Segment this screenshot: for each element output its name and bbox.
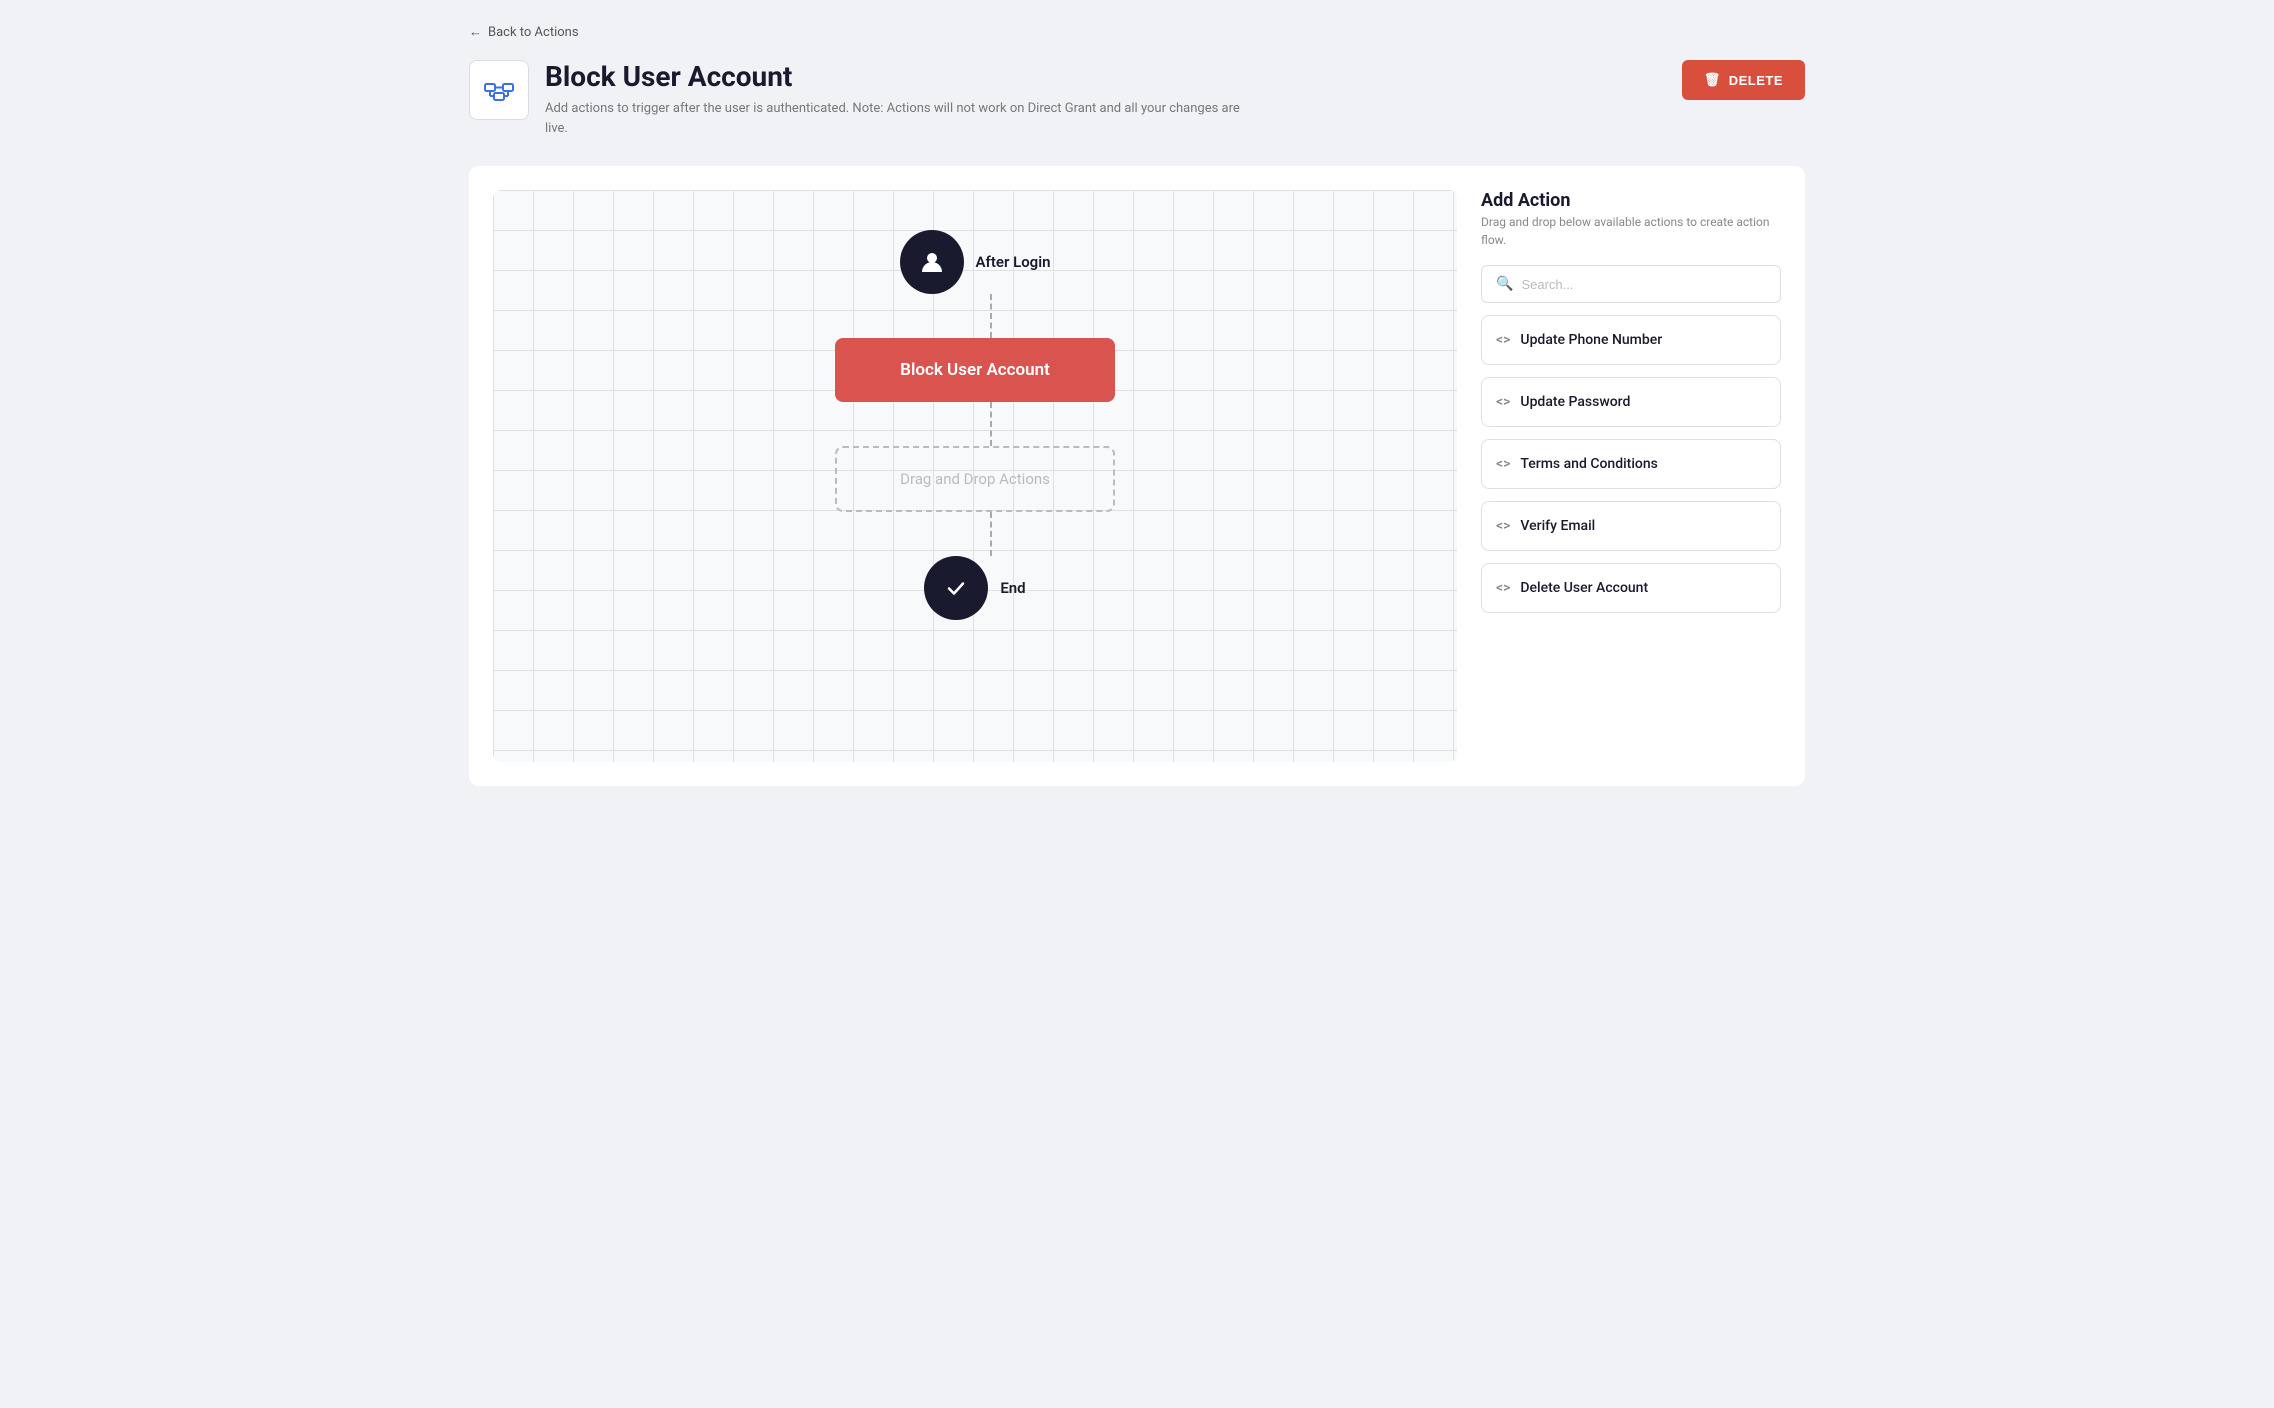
header-left: Block User Account Add actions to trigge… (469, 60, 1245, 138)
action-item-terms[interactable]: <> Terms and Conditions (1481, 439, 1781, 489)
code-icon-terms: <> (1496, 456, 1510, 472)
end-node: End (924, 556, 1025, 620)
code-icon-update-phone: <> (1496, 332, 1510, 348)
search-input[interactable] (1521, 277, 1766, 292)
connector-3 (990, 512, 992, 556)
action-label-update-phone: Update Phone Number (1520, 332, 1662, 348)
arrow-left-icon: ← (469, 24, 482, 40)
search-icon: 🔍 (1496, 276, 1513, 292)
page-description: Add actions to trigger after the user is… (545, 99, 1245, 138)
action-item-update-password[interactable]: <> Update Password (1481, 377, 1781, 427)
after-login-circle (900, 230, 964, 294)
main-canvas: After Login Block User Account Drag and … (469, 166, 1805, 786)
sidebar-subtitle: Drag and drop below available actions to… (1481, 213, 1781, 249)
action-label-delete-user: Delete User Account (1520, 580, 1648, 596)
page-title: Block User Account (545, 60, 1245, 93)
flow-canvas: After Login Block User Account Drag and … (493, 190, 1457, 762)
after-login-label: After Login (976, 253, 1051, 271)
search-box[interactable]: 🔍 (1481, 265, 1781, 303)
block-user-action-label: Block User Account (900, 360, 1050, 380)
connector-2 (990, 402, 992, 446)
header-text: Block User Account Add actions to trigge… (545, 60, 1245, 138)
action-item-delete-user[interactable]: <> Delete User Account (1481, 563, 1781, 613)
action-label-terms: Terms and Conditions (1520, 456, 1657, 472)
action-item-verify-email[interactable]: <> Verify Email (1481, 501, 1781, 551)
code-icon-update-password: <> (1496, 394, 1510, 410)
action-label-verify-email: Verify Email (1520, 518, 1595, 534)
connector-1 (990, 294, 992, 338)
action-label-update-password: Update Password (1520, 394, 1630, 410)
trash-icon: 🗑 (1704, 72, 1721, 88)
drop-zone[interactable]: Drag and Drop Actions (835, 446, 1115, 512)
code-icon-verify-email: <> (1496, 518, 1510, 534)
end-label: End (1000, 579, 1025, 597)
delete-button[interactable]: 🗑 DELETE (1682, 60, 1805, 100)
sidebar-header: Add Action Drag and drop below available… (1481, 190, 1781, 253)
end-circle (924, 556, 988, 620)
sidebar-title: Add Action (1481, 190, 1781, 211)
page-header: Block User Account Add actions to trigge… (469, 60, 1805, 138)
page-icon-box (469, 60, 529, 120)
code-icon-delete-user: <> (1496, 580, 1510, 596)
check-icon (943, 575, 969, 601)
user-icon (918, 248, 946, 276)
after-login-node: After Login (900, 230, 1051, 294)
flow-icon (483, 74, 515, 106)
block-user-action-box[interactable]: Block User Account (835, 338, 1115, 402)
delete-button-label: DELETE (1729, 73, 1783, 88)
back-link[interactable]: ← Back to Actions (469, 24, 579, 40)
back-link-label: Back to Actions (488, 25, 579, 40)
drop-zone-label: Drag and Drop Actions (900, 470, 1050, 488)
action-sidebar: Add Action Drag and drop below available… (1481, 190, 1781, 762)
action-item-update-phone[interactable]: <> Update Phone Number (1481, 315, 1781, 365)
